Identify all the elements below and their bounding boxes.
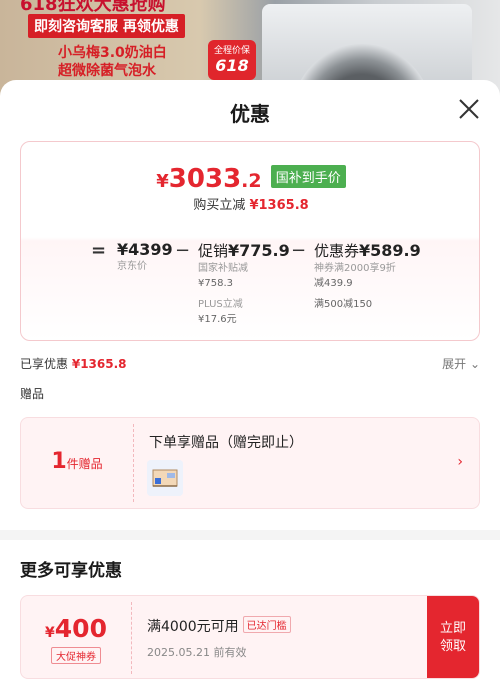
claim-coupon-button[interactable]: 立即领取 <box>427 596 479 678</box>
coupon-amount: ¥400 <box>45 614 107 643</box>
expand-button[interactable]: 展开 ⌄ <box>442 355 480 372</box>
enjoyed-label: 已享优惠 <box>20 357 69 371</box>
coupon-label: 优惠券 <box>314 242 360 260</box>
gift-count-unit: 件赠品 <box>66 457 103 471</box>
gift-count-number: 1 <box>51 449 67 474</box>
gifts-section-label: 赠品 <box>20 387 45 401</box>
gift-thumbnail[interactable] <box>147 460 183 496</box>
badge-big-text: 618 <box>215 56 249 75</box>
coupon-type-tag: 大促神券 <box>51 647 101 664</box>
coupon-value: ¥589.9 <box>359 241 421 260</box>
super-coupon-value: 减439.9 <box>314 278 353 289</box>
promotion-label: 促销 <box>198 242 229 260</box>
banner-model: 小乌梅3.0奶油白 <box>58 45 167 61</box>
threshold-coupon-label: 满500减150 <box>314 299 373 310</box>
coupon-condition: 满4000元可用 已达门槛 <box>147 616 291 636</box>
price-breakdown-card: ¥3033.2 国补到手价 购买立减 ¥1365.8 = ¥4399 京东价 −… <box>20 141 480 341</box>
sheet-title: 优惠 <box>230 102 270 126</box>
enjoyed-discount: 已享优惠 ¥1365.8 <box>20 355 127 372</box>
list-price-label: 京东价 <box>117 261 147 272</box>
promotion-column: 促销¥775.9 国家补贴减 ¥758.3 PLUS立减 ¥17.6元 <box>198 240 290 327</box>
coupon-expiry: 2025.05.21 前有效 <box>147 646 247 659</box>
coupon-card: ¥400 大促神券 满4000元可用 已达门槛 2025.05.21 前有效 立即… <box>20 595 480 679</box>
gift-description: 下单享赠品（赠完即止） <box>149 435 303 451</box>
final-price: ¥3033.2 国补到手价 <box>21 164 481 194</box>
threshold-met-badge: 已达门槛 <box>242 616 291 633</box>
discount-sheet: 优惠 ¥3033.2 国补到手价 购买立减 ¥1365.8 = ¥4399 京东… <box>0 80 500 688</box>
subsidy-price-tag: 国补到手价 <box>270 165 346 188</box>
coupon-column: 优惠券¥589.9 神券满2000享9折 减439.9 满500减150 <box>314 240 421 312</box>
subsidy-value: ¥758.3 <box>198 278 233 289</box>
banner-promo: 即刻咨询客服 再领优惠 <box>28 14 185 38</box>
claim-button-label: 立即领取 <box>439 621 466 654</box>
banner-feature: 超微除菌气泡水 <box>58 63 156 79</box>
enjoyed-value: ¥1365.8 <box>71 357 127 371</box>
plus-discount-value: ¥17.6元 <box>198 314 237 325</box>
expand-label: 展开 <box>442 357 467 371</box>
badge-small-text: 全程价保 <box>213 46 250 56</box>
more-discounts-title: 更多可享优惠 <box>20 561 122 581</box>
section-divider <box>0 530 500 540</box>
promotion-value: ¥775.9 <box>228 241 290 260</box>
close-icon[interactable] <box>458 98 480 120</box>
super-coupon-label: 神券满2000享9折 <box>314 263 396 274</box>
price-formula: = ¥4399 京东价 − 促销¥775.9 国家补贴减 ¥758.3 PLUS… <box>21 240 481 340</box>
chevron-down-icon: ⌄ <box>469 357 480 371</box>
gift-count: 1件赠品 <box>21 418 133 508</box>
coupon-condition-text: 满4000元可用 <box>147 619 239 635</box>
subsidy-label: 国家补贴减 <box>198 263 248 274</box>
buy-discount-label: 购买立减 <box>193 198 246 213</box>
coupon-value-area: ¥400 大促神券 <box>21 596 131 678</box>
buy-discount-line: 购买立减 ¥1365.8 <box>21 194 481 213</box>
final-price-amount: ¥3033.2 <box>156 164 262 194</box>
list-price-column: ¥4399 京东价 <box>117 240 173 274</box>
price-protect-badge: 全程价保 618 <box>208 40 256 80</box>
buy-discount-value: ¥1365.8 <box>249 198 309 213</box>
chevron-right-icon: › <box>457 454 463 470</box>
gift-card[interactable]: 1件赠品 下单享赠品（赠完即止） › <box>20 417 480 509</box>
minus-sign: − <box>291 240 307 261</box>
list-price-value: ¥4399 <box>117 240 173 259</box>
minus-sign: − <box>175 240 191 261</box>
plus-discount-label: PLUS立减 <box>198 299 243 310</box>
equals-sign: = <box>91 240 107 261</box>
